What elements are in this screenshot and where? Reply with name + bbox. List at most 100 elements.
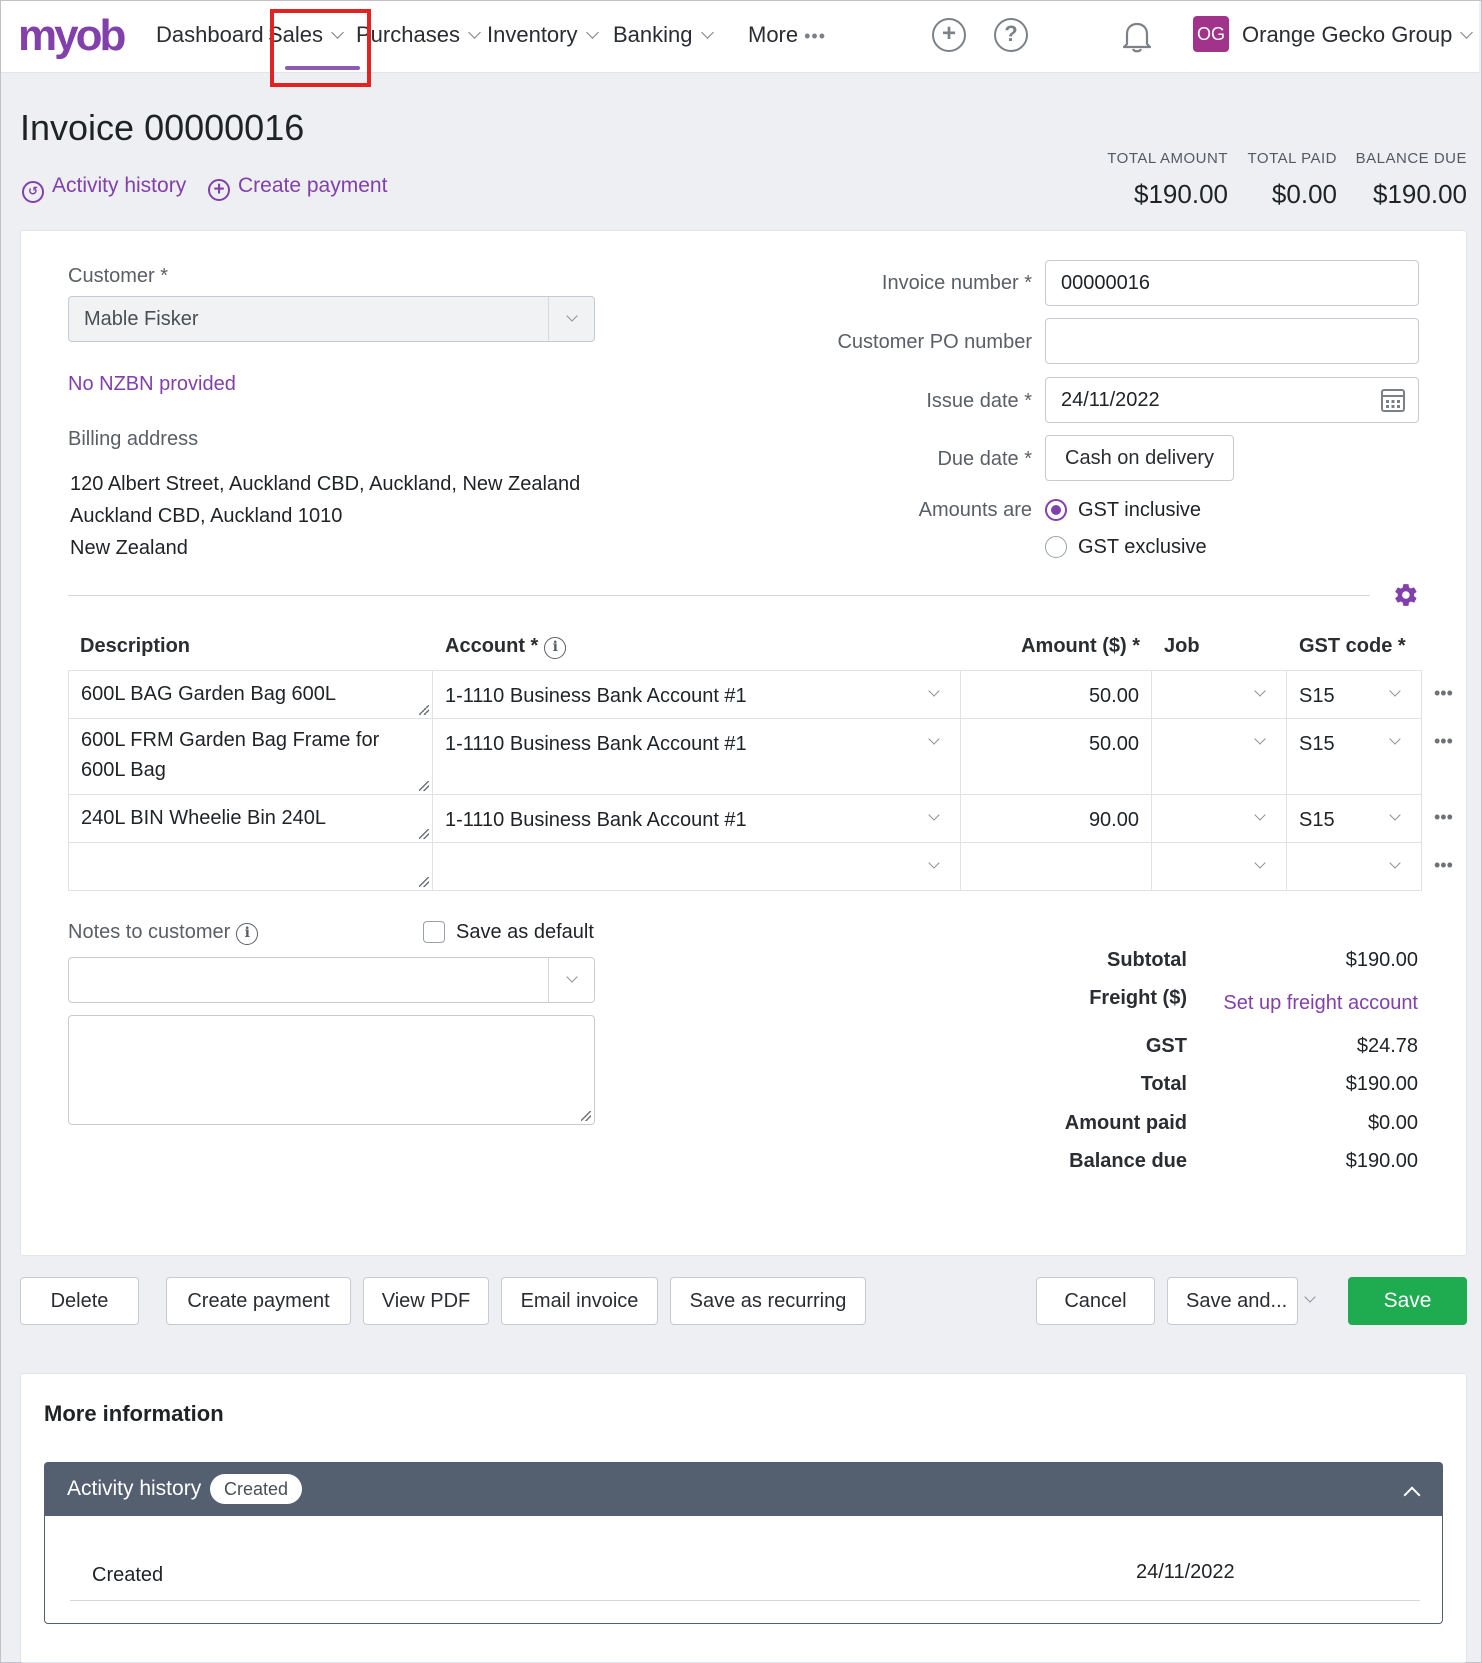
chevron-down-icon	[928, 857, 940, 869]
myob-logo[interactable]: myob	[18, 14, 126, 58]
gst-exclusive-radio[interactable]	[1045, 536, 1067, 558]
total-amount-value: $190.00	[1134, 179, 1228, 209]
job-select[interactable]	[1151, 670, 1287, 719]
sales-highlight-box	[270, 9, 371, 87]
gst-code-select[interactable]: S15	[1286, 670, 1422, 719]
resize-handle-icon[interactable]	[419, 705, 429, 715]
customer-po-field[interactable]	[1045, 318, 1419, 364]
save-as-default-label[interactable]: Save as default	[456, 919, 594, 945]
row-actions-icon[interactable]: •••	[1434, 807, 1453, 828]
description-cell[interactable]: 240L BIN Wheelie Bin 240L	[68, 794, 433, 843]
col-gst-code: GST code *	[1299, 635, 1406, 657]
job-select[interactable]	[1151, 842, 1287, 891]
activity-entry-label: Created	[92, 1564, 164, 1586]
customer-label: Customer *	[68, 265, 169, 287]
gst-exclusive-label[interactable]: GST exclusive	[1078, 534, 1207, 560]
plus-circle-icon[interactable]: +	[932, 18, 966, 52]
chevron-down-icon	[1254, 809, 1266, 821]
save-as-recurring-button[interactable]: Save as recurring	[670, 1277, 866, 1325]
amount-cell[interactable]	[960, 842, 1152, 891]
customer-select[interactable]: Mable Fisker	[68, 296, 595, 342]
chevron-down-icon	[468, 26, 481, 39]
select-divider	[548, 958, 549, 1002]
issue-date-value: 24/11/2022	[1061, 389, 1160, 411]
gear-icon[interactable]	[1393, 582, 1419, 608]
nav-inventory[interactable]: Inventory	[487, 20, 599, 50]
notes-label: Notes to customer i	[68, 919, 259, 945]
gst-code-select[interactable]: S15	[1286, 718, 1422, 795]
invoice-number-field[interactable]: 00000016	[1045, 260, 1419, 306]
gst-code-select[interactable]: S15	[1286, 794, 1422, 843]
account-select[interactable]: 1-1110 Business Bank Account #1	[432, 718, 961, 795]
activity-history-link[interactable]: ↺ Activity history	[22, 172, 186, 203]
amount-cell[interactable]: 50.00	[960, 718, 1152, 795]
gst-value: $24.78	[1356, 1035, 1418, 1057]
description-cell[interactable]: 600L BAG Garden Bag 600L	[68, 670, 433, 719]
row-actions-icon[interactable]: •••	[1434, 855, 1453, 876]
due-date-button[interactable]: Cash on delivery	[1045, 435, 1234, 481]
save-as-default-checkbox[interactable]	[423, 921, 445, 943]
amount-cell[interactable]: 90.00	[960, 794, 1152, 843]
delete-button[interactable]: Delete	[20, 1277, 139, 1325]
plus-circle-icon: +	[208, 179, 230, 201]
nzbn-link[interactable]: No NZBN provided	[68, 371, 236, 397]
col-account-label: Account *	[445, 635, 539, 657]
nav-inventory-label: Inventory	[487, 22, 578, 47]
email-invoice-button[interactable]: Email invoice	[501, 1277, 658, 1325]
amount-paid-label: Amount paid	[1064, 1112, 1187, 1134]
account-value: 1-1110 Business Bank Account #1	[445, 809, 747, 831]
avatar[interactable]: OG	[1193, 16, 1229, 52]
create-payment-link[interactable]: + Create payment	[208, 172, 387, 201]
bell-icon[interactable]	[1121, 19, 1153, 53]
question-circle-icon[interactable]: ?	[994, 18, 1028, 52]
job-select[interactable]	[1151, 718, 1287, 795]
chevron-down-icon	[1254, 857, 1266, 869]
gst-code-select[interactable]	[1286, 842, 1422, 891]
save-button[interactable]: Save	[1348, 1277, 1467, 1325]
description-cell[interactable]	[68, 842, 433, 891]
nav-banking[interactable]: Banking	[613, 20, 714, 50]
subtotal-value: $190.00	[1345, 949, 1418, 971]
page-title: Invoice 00000016	[20, 107, 305, 148]
account-select[interactable]	[432, 842, 961, 891]
total-paid-label: TOTAL PAID	[1247, 150, 1337, 167]
calendar-icon[interactable]	[1380, 387, 1406, 413]
resize-handle-icon[interactable]	[581, 1111, 591, 1121]
select-divider	[548, 297, 549, 341]
organisation-switcher[interactable]: Orange Gecko Group	[1242, 20, 1474, 50]
gst-inclusive-label[interactable]: GST inclusive	[1078, 497, 1201, 523]
setup-freight-link[interactable]: Set up freight account	[1210, 990, 1418, 1016]
info-icon[interactable]: i	[236, 923, 259, 945]
nav-more[interactable]: More •••	[748, 20, 826, 50]
notes-select[interactable]	[68, 957, 595, 1003]
nav-dashboard[interactable]: Dashboard	[156, 20, 264, 50]
chevron-down-icon	[1460, 26, 1474, 39]
balance-due-summary-value: $190.00	[1345, 1150, 1418, 1172]
notes-textarea[interactable]	[68, 1015, 595, 1125]
freight-label: Freight ($)	[1089, 987, 1187, 1009]
resize-handle-icon[interactable]	[419, 781, 429, 791]
view-pdf-button[interactable]: View PDF	[363, 1277, 489, 1325]
issue-date-field[interactable]: 24/11/2022	[1045, 377, 1419, 423]
create-payment-button[interactable]: Create payment	[166, 1277, 351, 1325]
chevron-down-icon	[1254, 685, 1266, 697]
total-value: $190.00	[1345, 1073, 1418, 1095]
row-actions-icon[interactable]: •••	[1434, 683, 1453, 704]
activity-row-divider	[70, 1600, 1420, 1601]
row-actions-icon[interactable]: •••	[1434, 731, 1453, 752]
job-select[interactable]	[1151, 794, 1287, 843]
save-and-dropdown[interactable]: Save and...	[1167, 1277, 1316, 1325]
gst-inclusive-radio[interactable]	[1045, 499, 1067, 521]
resize-handle-icon[interactable]	[419, 829, 429, 839]
account-select[interactable]: 1-1110 Business Bank Account #1	[432, 794, 961, 843]
customer-po-label: Customer PO number	[837, 331, 1032, 353]
info-icon[interactable]: i	[544, 637, 567, 659]
chevron-down-icon	[1389, 809, 1401, 821]
account-select[interactable]: 1-1110 Business Bank Account #1	[432, 670, 961, 719]
description-cell[interactable]: 600L FRM Garden Bag Frame for 600L Bag	[68, 718, 433, 795]
nav-purchases[interactable]: Purchases	[356, 20, 481, 50]
amount-cell[interactable]: 50.00	[960, 670, 1152, 719]
amount-paid-value: $0.00	[1367, 1112, 1418, 1134]
cancel-button[interactable]: Cancel	[1036, 1277, 1155, 1325]
resize-handle-icon[interactable]	[419, 877, 429, 887]
